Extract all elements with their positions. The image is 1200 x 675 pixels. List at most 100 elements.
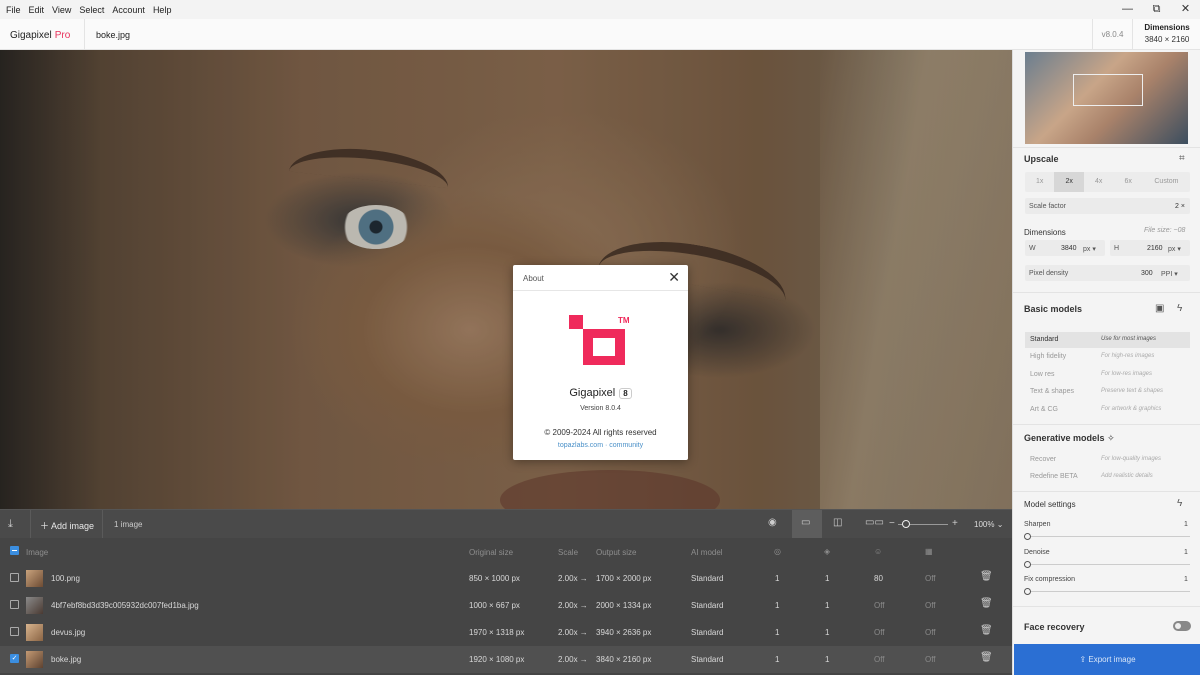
compare-models-icon[interactable]: ▣ [1155, 303, 1164, 314]
version-text: Version 8.0.4 [580, 405, 621, 412]
pixel-density-field[interactable]: Pixel density 300 PPI ▾ [1025, 265, 1190, 281]
trash-icon[interactable]: 🗑 [980, 652, 993, 663]
row-face: Off [925, 601, 936, 610]
model-desc: Preserve text & shapes [1101, 388, 1164, 394]
pixel-density-unit[interactable]: PPI ▾ [1161, 270, 1178, 278]
minimize-icon[interactable]: — [1113, 0, 1142, 19]
model-text-shapes[interactable]: Text & shapes Preserve text & shapes [1025, 384, 1190, 400]
row-checkbox[interactable] [10, 627, 19, 636]
menu-view[interactable]: View [48, 5, 75, 15]
row-checkbox[interactable]: ✓ [10, 654, 19, 663]
select-all-checkbox[interactable] [10, 546, 19, 555]
width-field[interactable]: W 3840 px ▾ [1025, 240, 1105, 256]
slider-handle[interactable] [1024, 561, 1031, 568]
divider [1013, 424, 1200, 425]
restore-icon[interactable]: ⧉ [1142, 0, 1171, 19]
close-icon[interactable]: ✕ [1171, 0, 1200, 19]
model-name: Text & shapes [1030, 388, 1074, 395]
open-file-tab[interactable]: boke.jpg [96, 30, 130, 40]
window-controls: — ⧉ ✕ [1113, 0, 1200, 19]
width-label: W [1029, 245, 1036, 252]
sparkle-icon: ✧ [1107, 433, 1115, 443]
table-row[interactable]: 4bf7ebf8bd3d39c005932dc007fed1ba.jpg 100… [0, 592, 1012, 619]
col-image: Image [26, 548, 49, 557]
copyright-text: © 2009-2024 All rights reserved [544, 428, 657, 437]
export-icon: ⇪ [1079, 655, 1087, 664]
menu-help[interactable]: Help [149, 5, 176, 15]
zoom-out-icon[interactable]: − [889, 518, 895, 529]
model-redefine[interactable]: Redefine BETA Add realistic details [1025, 469, 1190, 485]
auto-pilot-icon[interactable]: ϟ [1177, 303, 1182, 314]
viewport-frame[interactable] [1073, 74, 1143, 106]
row-thumbnail [26, 570, 43, 587]
model-standard[interactable]: Standard Use for most images [1025, 332, 1190, 348]
table-header: Image Original size Scale Output size AI… [0, 538, 1012, 565]
face-col-icon: ▦ [925, 547, 933, 556]
trash-icon[interactable]: 🗑 [980, 598, 993, 609]
denoise-slider[interactable] [1024, 561, 1190, 568]
scale-4x[interactable]: 4x [1084, 172, 1113, 192]
zoom-dropdown[interactable]: 100% ⌄ [974, 520, 1003, 529]
row-original-size: 850 × 1000 px [469, 574, 520, 583]
model-recover[interactable]: Recover For low-quality images [1025, 452, 1190, 468]
model-desc: For low-quality images [1101, 456, 1162, 462]
scale-factor-field[interactable]: Scale factor 2 × [1025, 198, 1190, 214]
app-brand: Gigapixel Pro [10, 30, 70, 41]
model-desc: For low-res images [1101, 371, 1153, 377]
zoom-in-icon[interactable]: + [952, 518, 958, 529]
row-thumbnail [26, 624, 43, 641]
image-count: 1 image [114, 520, 143, 529]
slider-handle[interactable] [1024, 588, 1031, 595]
fix-compression-slider[interactable] [1024, 588, 1190, 595]
menu-account[interactable]: Account [108, 5, 149, 15]
trademark-mark: TM [618, 316, 629, 325]
menu-bar: File Edit View Select Account Help — ⧉ ✕ [0, 0, 1200, 19]
eye-icon[interactable]: ◉ [768, 517, 777, 528]
zoom-slider-handle[interactable] [902, 520, 910, 528]
divider [1013, 147, 1200, 148]
scale-1x[interactable]: 1x [1025, 172, 1054, 192]
row-checkbox[interactable] [10, 600, 19, 609]
add-image-button[interactable]: ＋ Add image [40, 519, 94, 532]
row-scale: 2.00x → [558, 574, 588, 583]
split-view-icon[interactable]: ◫ [833, 517, 842, 528]
row-sharpen: 1 [775, 574, 780, 583]
fix-compression-label: Fix compression [1024, 576, 1075, 583]
menu-edit[interactable]: Edit [25, 5, 49, 15]
menu-select[interactable]: Select [75, 5, 108, 15]
row-scale: 2.00x → [558, 655, 588, 664]
face-recovery-toggle[interactable] [1173, 621, 1191, 631]
collapse-queue-icon[interactable]: ⤓ [8, 518, 13, 531]
row-checkbox[interactable] [10, 573, 19, 582]
auto-settings-icon[interactable]: ϟ [1177, 498, 1182, 509]
width-unit[interactable]: px ▾ [1083, 245, 1096, 253]
model-desc: For artwork & graphics [1101, 406, 1162, 412]
scale-2x[interactable]: 2x [1054, 172, 1084, 192]
scale-custom[interactable]: Custom [1143, 172, 1190, 192]
menu-file[interactable]: File [0, 5, 25, 15]
table-row[interactable]: ✓ boke.jpg 1920 × 1080 px 2.00x → 3840 ×… [0, 646, 1012, 673]
row-filename: devus.jpg [51, 628, 86, 637]
image-canvas[interactable]: ✓ [0, 50, 1012, 509]
crop-icon[interactable]: ⌗ [1179, 153, 1185, 164]
table-row[interactable]: 100.png 850 × 1000 px 2.00x → 1700 × 200… [0, 565, 1012, 592]
side-by-side-icon[interactable]: ▭▭ [865, 517, 884, 528]
navigator-preview[interactable] [1025, 52, 1188, 144]
export-image-button[interactable]: ⇪ Export image [1014, 644, 1200, 675]
row-ai-model: Standard [691, 628, 724, 637]
trash-icon[interactable]: 🗑 [980, 625, 993, 636]
row-output-size: 3940 × 2636 px [596, 628, 652, 637]
model-art-cg[interactable]: Art & CG For artwork & graphics [1025, 402, 1190, 418]
sharpen-slider[interactable] [1024, 533, 1190, 540]
col-scale: Scale [558, 548, 579, 557]
trash-icon[interactable]: 🗑 [980, 571, 993, 582]
height-unit[interactable]: px ▾ [1168, 245, 1181, 253]
scale-6x[interactable]: 6x [1113, 172, 1142, 192]
about-links[interactable]: topazlabs.com · community [513, 442, 688, 449]
slider-handle[interactable] [1024, 533, 1031, 540]
height-field[interactable]: H 2160 px ▾ [1110, 240, 1190, 256]
model-high-fidelity[interactable]: High fidelity For high-res images [1025, 349, 1190, 365]
model-low-res[interactable]: Low res For low-res images [1025, 367, 1190, 383]
table-row[interactable]: devus.jpg 1970 × 1318 px 2.00x → 3940 × … [0, 619, 1012, 646]
close-dialog-icon[interactable]: ✕ [668, 270, 680, 284]
